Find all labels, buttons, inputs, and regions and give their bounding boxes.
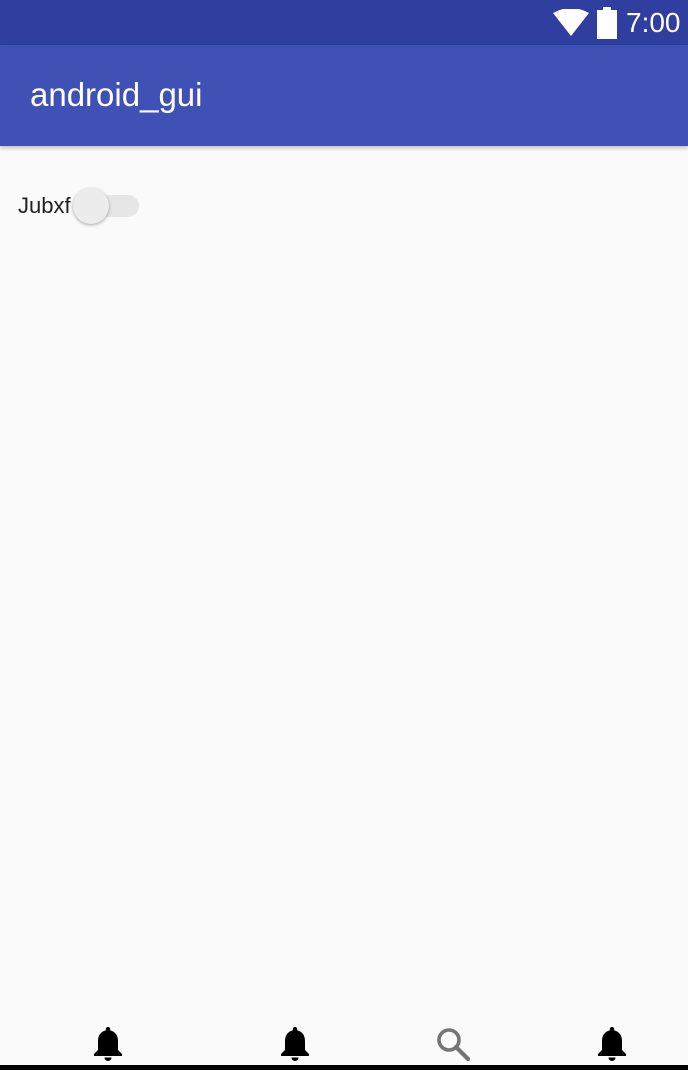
search-icon xyxy=(437,1028,471,1062)
bottom-edge xyxy=(0,1065,688,1070)
status-bar: 7:00 xyxy=(0,0,688,45)
bell-icon xyxy=(94,1027,122,1061)
switch-label: Jubxf xyxy=(18,193,71,218)
nav-item-2[interactable] xyxy=(275,1026,315,1064)
app-bar: android_gui xyxy=(0,45,688,146)
nav-item-3[interactable] xyxy=(433,1026,473,1064)
battery-icon xyxy=(597,7,617,39)
wifi-icon xyxy=(553,9,589,36)
bell-icon xyxy=(281,1027,309,1061)
nav-item-1[interactable] xyxy=(88,1026,128,1064)
screen: 7:00 android_gui Jubxf xyxy=(0,0,688,1070)
switch-thumb[interactable] xyxy=(72,188,109,224)
bottom-navigation xyxy=(0,1018,688,1065)
bell-icon xyxy=(598,1027,626,1061)
switch-row[interactable]: Jubxf xyxy=(18,186,139,226)
toggle-switch[interactable] xyxy=(72,186,139,226)
nav-item-4[interactable] xyxy=(592,1026,632,1064)
status-time: 7:00 xyxy=(626,7,681,38)
app-title: android_gui xyxy=(30,76,203,113)
